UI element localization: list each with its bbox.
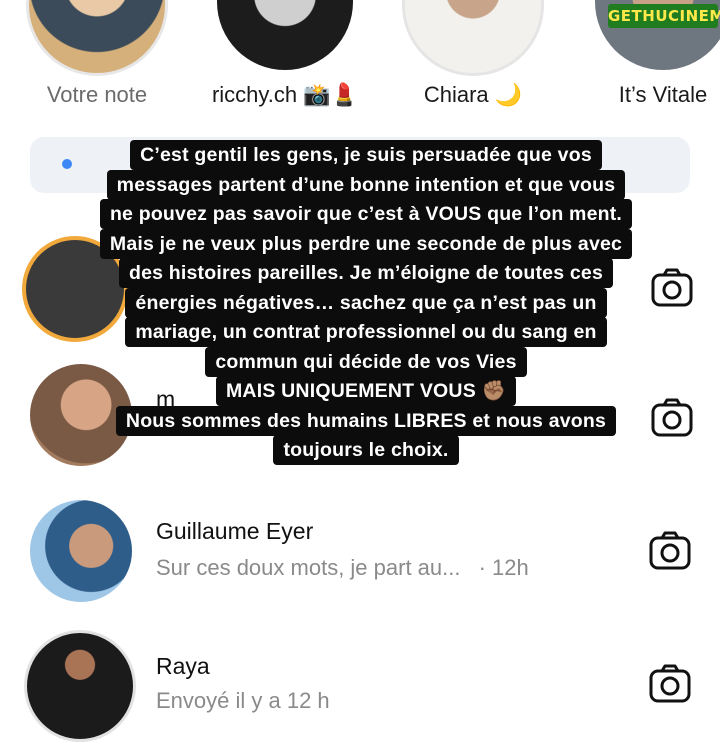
thread-time: · 12h — [478, 555, 529, 580]
overlay-line: Nous sommes des humains LIBRES et nous a… — [115, 405, 617, 436]
thread-name: Guillaume Eyer — [156, 518, 314, 544]
story-label: Chiara 🌙 — [423, 82, 523, 107]
overlay-row: Nous sommes des humains LIBRES et nous a… — [56, 405, 676, 436]
camera-icon[interactable] — [648, 662, 692, 706]
overlay-line: MAIS UNIQUEMENT VOUS ✊🏽 — [215, 376, 517, 406]
overlay-row: C’est gentil les gens, je suis persuadée… — [56, 140, 676, 170]
thread-row-guillaume[interactable]: Guillaume Eyer Sur ces doux mots, je par… — [0, 498, 720, 618]
thread-row-raya[interactable]: Raya Envoyé il y a 12 h — [0, 626, 720, 746]
overlay-line: messages partent d’une bonne intention e… — [106, 169, 626, 200]
story-label: Votre note — [46, 82, 148, 107]
watermark-logo: GETHUCINEMA — [608, 4, 720, 28]
camera-icon[interactable] — [648, 529, 692, 573]
overlay-row: MAIS UNIQUEMENT VOUS ✊🏽 — [56, 376, 676, 406]
overlay-line: énergies négatives… sachez que ça n’est … — [125, 287, 607, 318]
thread-preview: Envoyé il y a 12 h — [156, 688, 330, 713]
thread-name: Raya — [156, 653, 210, 679]
story-text-overlay: C’est gentil les gens, je suis persuadée… — [56, 140, 676, 465]
story-label: It’s Vitale — [618, 82, 708, 107]
avatar — [30, 500, 132, 602]
story-label: ricchy.ch 📸💄 — [211, 82, 359, 107]
avatar — [24, 630, 136, 742]
overlay-line: ne pouvez pas savoir que c’est à VOUS qu… — [99, 199, 633, 229]
overlay-row: des histoires pareilles. Je m’éloigne de… — [56, 258, 676, 288]
avatar — [217, 0, 353, 70]
overlay-row: Mais je ne veux plus perdre une seconde … — [56, 228, 676, 259]
overlay-row: ne pouvez pas savoir que c’est à VOUS qu… — [56, 199, 676, 229]
thread-preview: Sur ces doux mots, je part au... · 12h — [156, 555, 529, 581]
thread-message: Sur ces doux mots, je part au... — [156, 555, 461, 580]
overlay-line: C’est gentil les gens, je suis persuadée… — [130, 140, 602, 170]
avatar — [26, 0, 168, 76]
overlay-row: mariage, un contrat professionnel ou du … — [56, 317, 676, 347]
overlay-line: des histoires pareilles. Je m’éloigne de… — [118, 258, 614, 288]
overlay-line: commun qui décide de vos Vies — [205, 346, 527, 377]
overlay-row: messages partent d’une bonne intention e… — [56, 169, 676, 200]
overlay-line: toujours le choix. — [273, 435, 459, 465]
overlay-row: énergies négatives… sachez que ça n’est … — [56, 287, 676, 318]
avatar — [402, 0, 544, 76]
overlay-line: mariage, un contrat professionnel ou du … — [125, 317, 607, 347]
overlay-row: commun qui décide de vos Vies — [56, 346, 676, 377]
overlay-line: Mais je ne veux plus perdre une seconde … — [99, 228, 633, 259]
overlay-row: toujours le choix. — [56, 435, 676, 465]
